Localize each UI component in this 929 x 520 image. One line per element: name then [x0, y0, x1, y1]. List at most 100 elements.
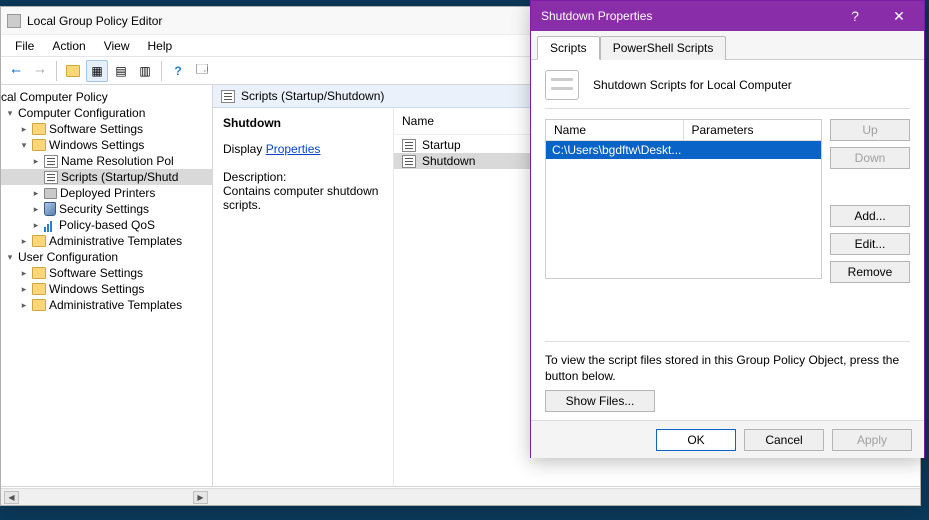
spacer	[830, 175, 910, 199]
up-button[interactable]: Up	[830, 119, 910, 141]
description-label: Description:	[223, 170, 383, 184]
close-button[interactable]: ✕	[878, 2, 920, 30]
dialog-titlebar[interactable]: Shutdown Properties ? ✕	[531, 1, 924, 31]
tree-label: Name Resolution Pol	[61, 154, 174, 168]
forward-icon: ⭢	[32, 63, 48, 79]
doc-icon	[44, 155, 58, 168]
tree-user-configuration[interactable]: ▾User Configuration	[1, 249, 212, 265]
show-tree-icon: ▦	[89, 63, 105, 79]
tab-scripts[interactable]: Scripts	[537, 36, 600, 60]
tree-software-settings[interactable]: ▸Software Settings	[1, 121, 212, 137]
toolbar-separator	[56, 61, 57, 81]
qos-icon	[44, 218, 56, 232]
tree-security-settings[interactable]: ▸Security Settings	[1, 201, 212, 217]
help-icon: ?	[851, 8, 859, 24]
toolbar-separator	[161, 61, 162, 81]
list-buttons: Up Down Add... Edit... Remove	[830, 119, 910, 331]
col-params[interactable]: Parameters	[684, 120, 822, 140]
show-tree-button[interactable]: ▦	[86, 60, 108, 82]
help-button[interactable]: ?	[167, 60, 189, 82]
list-item-label: Startup	[422, 138, 461, 152]
list-header: Name Parameters	[546, 120, 821, 141]
tree-name-resolution[interactable]: ▸ Name Resolution Pol	[1, 153, 212, 169]
show-files-button[interactable]: Show Files...	[545, 390, 655, 412]
expand-icon[interactable]: ▸	[31, 220, 41, 231]
expand-icon[interactable]: ▾	[5, 252, 15, 263]
tree-user-win[interactable]: ▸ Windows Settings	[1, 281, 212, 297]
content-header-title: Scripts (Startup/Shutdown)	[241, 89, 384, 103]
forward-button[interactable]: ⭢	[29, 60, 51, 82]
selected-item-name: Shutdown	[223, 116, 383, 130]
tree-pane[interactable]: cal Computer Policy ▾Computer Configurat…	[1, 85, 213, 486]
folder-icon	[32, 267, 46, 279]
tree-user-admin[interactable]: ▸Administrative Templates	[1, 297, 212, 313]
menu-view[interactable]: View	[96, 37, 138, 55]
dialog-header-row: Shutdown Scripts for Local Computer	[545, 70, 910, 109]
menu-action[interactable]: Action	[44, 37, 93, 55]
scroll-left-icon[interactable]: ◀	[4, 491, 19, 504]
folder-icon	[32, 235, 46, 247]
expand-icon[interactable]: ▸	[31, 156, 41, 167]
tree-computer-configuration[interactable]: ▾Computer Configuration	[1, 105, 212, 121]
remove-button[interactable]: Remove	[830, 261, 910, 283]
export-icon: ▥	[137, 63, 153, 79]
scripts-listbox[interactable]: Name Parameters C:\Users\bgdftw\Deskt...	[545, 119, 822, 279]
scripts-list-area: Name Parameters C:\Users\bgdftw\Deskt...…	[545, 119, 910, 331]
tree-scripts[interactable]: ▸Scripts (Startup/Shutd	[1, 169, 212, 185]
help-icon: ?	[170, 63, 186, 79]
up-folder-button[interactable]	[62, 60, 84, 82]
script-row[interactable]: C:\Users\bgdftw\Deskt...	[546, 141, 821, 159]
back-icon: ⭠	[8, 63, 24, 79]
apply-button[interactable]: Apply	[832, 429, 912, 451]
folder-icon	[32, 283, 46, 295]
expand-icon[interactable]: ▸	[19, 268, 29, 279]
scripts-icon	[44, 171, 58, 184]
down-button[interactable]: Down	[830, 147, 910, 169]
gpe-app-icon	[7, 14, 21, 28]
display-label: Display	[223, 142, 262, 156]
expand-icon[interactable]: ▸	[19, 236, 29, 247]
folder-icon	[32, 299, 46, 311]
tree-root-label: cal Computer Policy	[1, 90, 108, 104]
expand-icon[interactable]: ▸	[31, 188, 41, 199]
dialog-title: Shutdown Properties	[541, 9, 652, 23]
scroll-right-icon[interactable]: ▶	[193, 491, 208, 504]
manage-button[interactable]: 🗔	[191, 60, 213, 82]
menu-file[interactable]: File	[7, 37, 42, 55]
scripts-large-icon	[545, 70, 579, 100]
tree-user-sw[interactable]: ▸Software Settings	[1, 265, 212, 281]
tree-label: Windows Settings	[49, 282, 144, 296]
properties-button[interactable]: ▤	[110, 60, 132, 82]
menu-help[interactable]: Help	[140, 37, 181, 55]
edit-button[interactable]: Edit...	[830, 233, 910, 255]
list-item-label: Shutdown	[422, 154, 475, 168]
add-button[interactable]: Add...	[830, 205, 910, 227]
ok-button[interactable]: OK	[656, 429, 736, 451]
dialog-footer: OK Cancel Apply	[531, 420, 924, 458]
col-name[interactable]: Name	[546, 120, 684, 140]
tree-label: Computer Configuration	[18, 106, 145, 120]
expand-icon[interactable]: ▾	[5, 108, 15, 119]
tree-root[interactable]: cal Computer Policy	[1, 89, 212, 105]
export-button[interactable]: ▥	[134, 60, 156, 82]
help-button[interactable]: ?	[834, 2, 876, 30]
expand-icon[interactable]: ▸	[31, 204, 41, 215]
tab-powershell[interactable]: PowerShell Scripts	[600, 36, 727, 60]
tree-label: Policy-based QoS	[59, 218, 155, 232]
dialog-header-text: Shutdown Scripts for Local Computer	[593, 78, 792, 92]
expand-icon[interactable]: ▸	[19, 124, 29, 135]
tree-windows-settings[interactable]: ▾Windows Settings	[1, 137, 212, 153]
back-button[interactable]: ⭠	[5, 60, 27, 82]
hint-text: To view the script files stored in this …	[545, 341, 910, 390]
expand-icon[interactable]: ▾	[19, 140, 29, 151]
tree-qos[interactable]: ▸ Policy-based QoS	[1, 217, 212, 233]
expand-icon[interactable]: ▸	[19, 284, 29, 295]
horizontal-scrollbar[interactable]: ◀ ▶	[1, 488, 920, 505]
tree-admin-templates[interactable]: ▸Administrative Templates	[1, 233, 212, 249]
properties-link[interactable]: Properties	[266, 142, 321, 156]
folder-icon	[32, 139, 46, 151]
cancel-button[interactable]: Cancel	[744, 429, 824, 451]
expand-icon[interactable]: ▸	[19, 300, 29, 311]
description-text: Contains computer shutdown scripts.	[223, 184, 383, 212]
tree-deployed-printers[interactable]: ▸Deployed Printers	[1, 185, 212, 201]
